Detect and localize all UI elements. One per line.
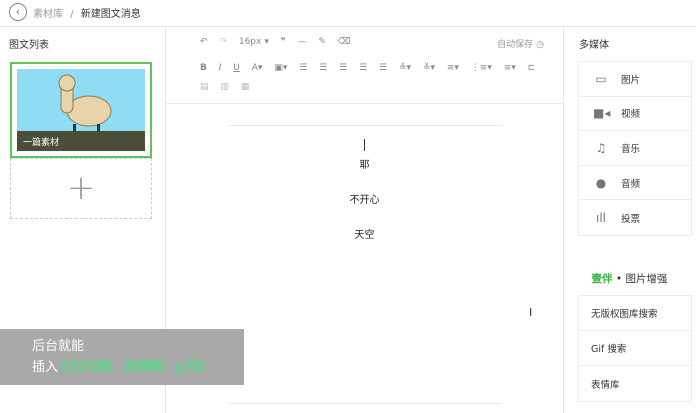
clear-format-icon[interactable]: ⌫ [338,37,351,47]
plugin-title: 壹伴 • 图片增强 [563,271,696,286]
underline-icon[interactable]: U [233,63,240,73]
content-divider [228,403,502,404]
add-article-button[interactable]: + [10,158,152,219]
indent-icon[interactable]: ☰ [299,63,307,73]
image-icon: ▭ [595,71,607,86]
banner-line-2: 插入无版权图、表情图、gif图 [32,357,244,378]
promo-banner: 后台就能 插入无版权图、表情图、gif图 [0,329,244,385]
brand-separator: • [615,273,623,285]
panel-title: 图文列表 [9,40,49,51]
float-right-icon[interactable]: ▦ [241,82,250,92]
ordered-list-icon[interactable]: ≡▾ [504,63,516,73]
poll-icon: ıll [595,210,606,225]
breadcrumb-root[interactable]: 素材库 [33,9,63,20]
content-line[interactable]: 不开心 [166,191,563,206]
music-icon: ♫ [595,140,607,155]
banner-prefix: 插入 [32,360,59,375]
font-color-icon[interactable]: A▾ [252,63,263,73]
redo-icon[interactable]: ↷ [219,37,227,47]
plugin-tools: 无版权图库搜索 Gif 搜索 表情库 [578,295,692,402]
video-icon: ■◂ [593,106,611,121]
article-card[interactable]: 一篇素材 [10,62,152,158]
float-none-icon[interactable]: ▤ [200,82,209,92]
content-line[interactable]: 天空 [166,226,563,241]
article-cover-image: 一篇素材 [17,69,145,151]
ibeam-cursor-icon: I [529,306,533,319]
align-left-icon[interactable]: ☰ [319,63,327,73]
media-list: ▭ 图片 ■◂ 视频 ♫ 音乐 ● 音频 ıll 投票 [578,61,692,236]
italic-icon[interactable]: I [219,63,222,73]
font-size-select[interactable]: 16px ▾ [239,37,269,47]
media-label: 音乐 [621,143,641,155]
editor-toolbar: ↶ ↷ 16px ▾ ❞ — ✎ ⌫ 自动保存 ◷ B I U A▾ ▣▾ ☰ ☰ … [166,27,563,104]
spacing-after-icon[interactable]: ≚▾ [423,63,435,73]
media-label: 音频 [621,178,641,190]
quote-icon[interactable]: ❞ [281,37,286,47]
media-item-image[interactable]: ▭ 图片 [579,62,691,97]
alpaca-illustration [58,74,112,136]
media-label: 投票 [621,213,641,225]
media-item-music[interactable]: ♫ 音乐 [579,131,691,166]
autosave-status: 自动保存 ◷ [497,37,553,50]
unordered-list-icon[interactable]: ⋮≡▾ [471,63,492,73]
background-color-icon[interactable]: ▣▾ [274,63,287,73]
media-title: 多媒体 [579,40,609,51]
format-brush-icon[interactable]: ✎ [318,37,326,47]
tool-free-gallery[interactable]: 无版权图库搜索 [579,296,691,331]
breadcrumb-separator: / [70,9,74,20]
breadcrumb: 素材库 / 新建图文消息 [33,5,141,20]
tool-gif-search[interactable]: Gif 搜索 [579,331,691,366]
clock-icon: ◷ [536,40,544,50]
brand-name: 壹伴 [591,273,613,285]
media-item-video[interactable]: ■◂ 视频 [579,97,691,132]
justify-icon[interactable]: ☰ [379,63,387,73]
bold-icon[interactable]: B [200,63,207,73]
float-left-icon[interactable]: ⊏ [528,63,536,73]
spacing-before-icon[interactable]: ≜▾ [399,63,411,73]
banner-line-1: 后台就能 [32,339,85,354]
line-height-icon[interactable]: ≡▾ [447,63,459,73]
content-divider [228,125,502,126]
media-item-poll[interactable]: ıll 投票 [579,200,691,235]
align-right-icon[interactable]: ☰ [359,63,367,73]
divider-icon[interactable]: — [297,37,306,47]
card-caption: 一篇素材 [23,138,60,148]
autosave-label: 自动保存 [497,40,534,50]
media-item-audio[interactable]: ● 音频 [579,166,691,201]
media-label: 图片 [621,74,641,86]
back-button[interactable]: ‹ [9,3,27,21]
microphone-icon: ● [595,175,607,190]
font-size-value: 16px [238,37,262,47]
undo-icon[interactable]: ↶ [200,37,208,47]
float-center-icon[interactable]: ▥ [220,82,229,92]
media-label: 视频 [621,109,641,121]
header: ‹ 素材库 / 新建图文消息 [0,0,696,27]
brand-suffix: 图片增强 [625,273,668,285]
banner-highlight: 无版权图、表情图、gif图 [58,360,205,375]
breadcrumb-current: 新建图文消息 [80,9,141,20]
align-center-icon[interactable]: ☰ [339,63,347,73]
tool-sticker-library[interactable]: 表情库 [579,366,691,401]
content-line[interactable]: 耶 [166,156,563,171]
text-cursor [364,139,365,151]
